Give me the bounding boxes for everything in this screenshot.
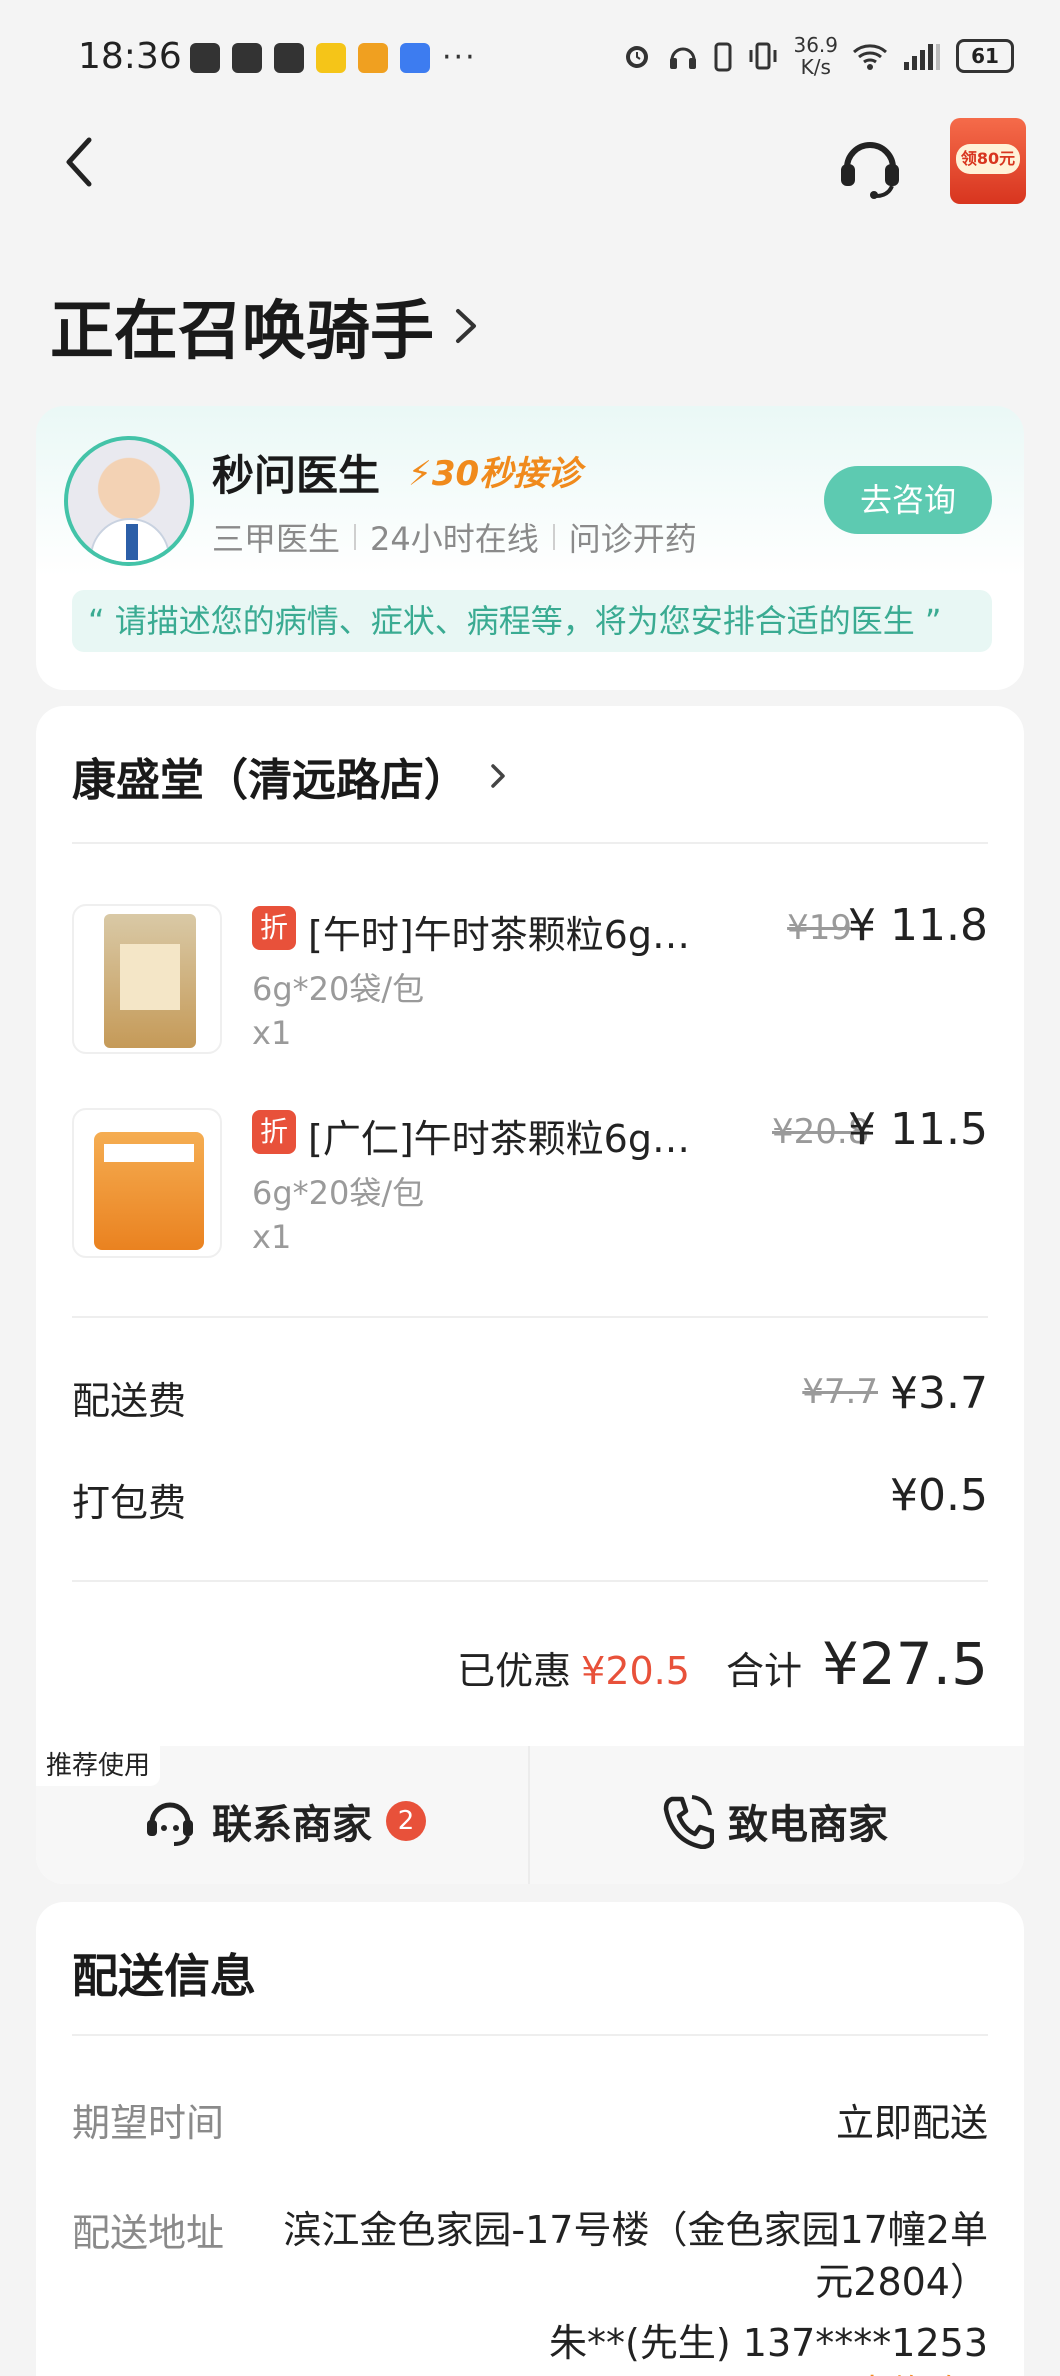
call-merchant-label: 致电商家 (728, 1792, 888, 1850)
wechat-icon (232, 43, 262, 73)
discount-tag: 折 (252, 906, 296, 950)
avatar-tie (126, 524, 138, 560)
product-name: [午时]午时茶颗粒6g*20袋/包 (308, 904, 708, 959)
delivery-info-title: 配送信息 (72, 1940, 256, 2006)
packing-fee-value: ¥0.5 (890, 1470, 988, 1521)
customer-service-button[interactable] (835, 130, 905, 200)
headset-icon (835, 130, 905, 200)
expected-time-label: 期望时间 (72, 2092, 224, 2147)
gift-label: 领80元 (956, 144, 1020, 174)
packing-fee-label: 打包费 (72, 1472, 186, 1527)
doctor-avatar (64, 436, 194, 566)
product-price: ¥ 11.5 (848, 1104, 988, 1155)
system-icons: 36.9 K/s 61 (621, 34, 1014, 78)
more-notifications-icon: ··· (442, 40, 477, 75)
product-spec: 6g*20袋/包 (252, 964, 424, 1010)
device-battery-icon (713, 40, 733, 72)
doctor-tags: 三甲医生 24小时在线 问诊开药 (212, 514, 697, 560)
red-envelope-button[interactable]: 领80元 (950, 118, 1026, 204)
order-item[interactable]: 折 [广仁]午时茶颗粒6g*20袋/包 ¥20.8 ¥ 11.5 6g*20袋/… (72, 1108, 988, 1258)
contact-merchant-label: 联系商家 (212, 1792, 372, 1850)
store-link[interactable]: 康盛堂（清远路店） (72, 744, 506, 808)
delivery-fee-label: 配送费 (72, 1370, 186, 1425)
divider (528, 1746, 530, 1884)
delivery-fee-row: 配送费 ¥7.7 ¥3.7 (72, 1370, 988, 1420)
packing-fee-row: 打包费 ¥0.5 (72, 1472, 988, 1522)
contact-bar: 推荐使用 联系商家 2 致电商家 (36, 1746, 1024, 1884)
nfc-icon (190, 43, 220, 73)
original-price: ¥19 (772, 908, 852, 948)
delivery-info-card: 配送信息 期望时间 立即配送 配送地址 滨江金色家园-17号楼（金色家园17幢2… (36, 1902, 1024, 2376)
delivery-address-value: 滨江金色家园-17号楼（金色家园17幢2单元2804） (272, 2204, 988, 2308)
delivery-fee-value: ¥3.7 (890, 1368, 988, 1419)
call-merchant-button[interactable]: 致电商家 (662, 1786, 888, 1856)
order-card: 康盛堂（清远路店） 折 [午时]午时茶颗粒6g*20袋/包 ¥19 ¥ 11.8… (36, 706, 1024, 1884)
doctor-tag: 24小时在线 (370, 514, 539, 560)
status-bar: 18:36 ··· 36.9 K/s 61 (0, 0, 1060, 110)
doctor-tag: 三甲医生 (212, 514, 340, 560)
divider (72, 1316, 988, 1318)
app-rabbit-icon (358, 43, 388, 73)
vibrate-icon (747, 40, 779, 72)
chevron-left-icon (55, 132, 105, 192)
notification-icons: ··· (190, 40, 477, 75)
product-spec: 6g*20袋/包 (252, 1168, 424, 1214)
tag-separator (553, 524, 555, 550)
chat-headset-icon (142, 1793, 198, 1849)
product-package-image (104, 914, 196, 1048)
doctor-name: 秒问医生 (212, 442, 380, 503)
app-blue-icon (400, 43, 430, 73)
product-thumbnail (72, 904, 222, 1054)
product-quantity: x1 (252, 1014, 291, 1052)
quick-consult-badge: ⚡30秒接诊 (408, 446, 581, 495)
total-value: ¥27.5 (822, 1630, 988, 1698)
saved-label: 已优惠 (457, 1640, 571, 1695)
back-button[interactable] (55, 132, 105, 192)
net-speed-unit: K/s (793, 56, 838, 78)
store-name: 康盛堂（清远路店） (72, 744, 468, 808)
product-thumbnail (72, 1108, 222, 1258)
net-speed: 36.9 K/s (793, 34, 838, 78)
contact-merchant-button[interactable]: 联系商家 2 (142, 1786, 426, 1856)
status-time: 18:36 (78, 36, 182, 77)
order-item[interactable]: 折 [午时]午时茶颗粒6g*20袋/包 ¥19 ¥ 11.8 6g*20袋/包 … (72, 904, 988, 1054)
headphone-status-icon (667, 40, 699, 72)
wifi-icon (852, 40, 888, 72)
divider (72, 1580, 988, 1582)
expected-time-value: 立即配送 (836, 2092, 988, 2147)
saved-value: ¥20.5 (581, 1649, 690, 1693)
app-badge-icon (316, 43, 346, 73)
modify-address-link[interactable]: 去修改 › (854, 2364, 988, 2376)
recommend-tag: 推荐使用 (36, 1746, 160, 1786)
chevron-right-icon (490, 762, 506, 790)
tag-separator (354, 524, 356, 550)
page-title-text: 正在召唤骑手 (50, 280, 434, 372)
signal-icon (902, 40, 942, 72)
total-label: 合计 (726, 1640, 802, 1695)
consult-hint[interactable]: “ 请描述您的病情、症状、病程等，将为您安排合适的医生 ” (72, 590, 992, 652)
product-name: [广仁]午时茶颗粒6g*20袋/包 (308, 1108, 708, 1163)
battery-level: 61 (956, 39, 1014, 73)
product-price: ¥ 11.8 (848, 900, 988, 951)
phone-icon (662, 1793, 714, 1849)
delivery-fee-original: ¥7.7 (802, 1372, 878, 1412)
divider (72, 842, 988, 844)
order-total: 已优惠 ¥20.5 合计 ¥27.5 (457, 1630, 988, 1698)
app-icon (274, 43, 304, 73)
unread-badge: 2 (386, 1801, 426, 1841)
doctor-tag: 问诊开药 (569, 514, 697, 560)
consult-button[interactable]: 去咨询 (824, 466, 992, 534)
receiver-contact: 朱**(先生) 137****1253 (549, 2312, 988, 2367)
doctor-consult-card[interactable]: 秒问医生 ⚡30秒接诊 三甲医生 24小时在线 问诊开药 去咨询 “ 请描述您的… (36, 406, 1024, 690)
divider (72, 2034, 988, 2036)
discount-tag: 折 (252, 1110, 296, 1154)
chevron-right-icon (452, 305, 480, 347)
page-title[interactable]: 正在召唤骑手 (50, 280, 480, 372)
alarm-icon (621, 40, 653, 72)
product-quantity: x1 (252, 1218, 291, 1256)
product-package-image (94, 1132, 204, 1250)
net-speed-value: 36.9 (793, 34, 838, 56)
delivery-address-label: 配送地址 (72, 2202, 224, 2257)
original-price: ¥20.8 (772, 1112, 852, 1152)
